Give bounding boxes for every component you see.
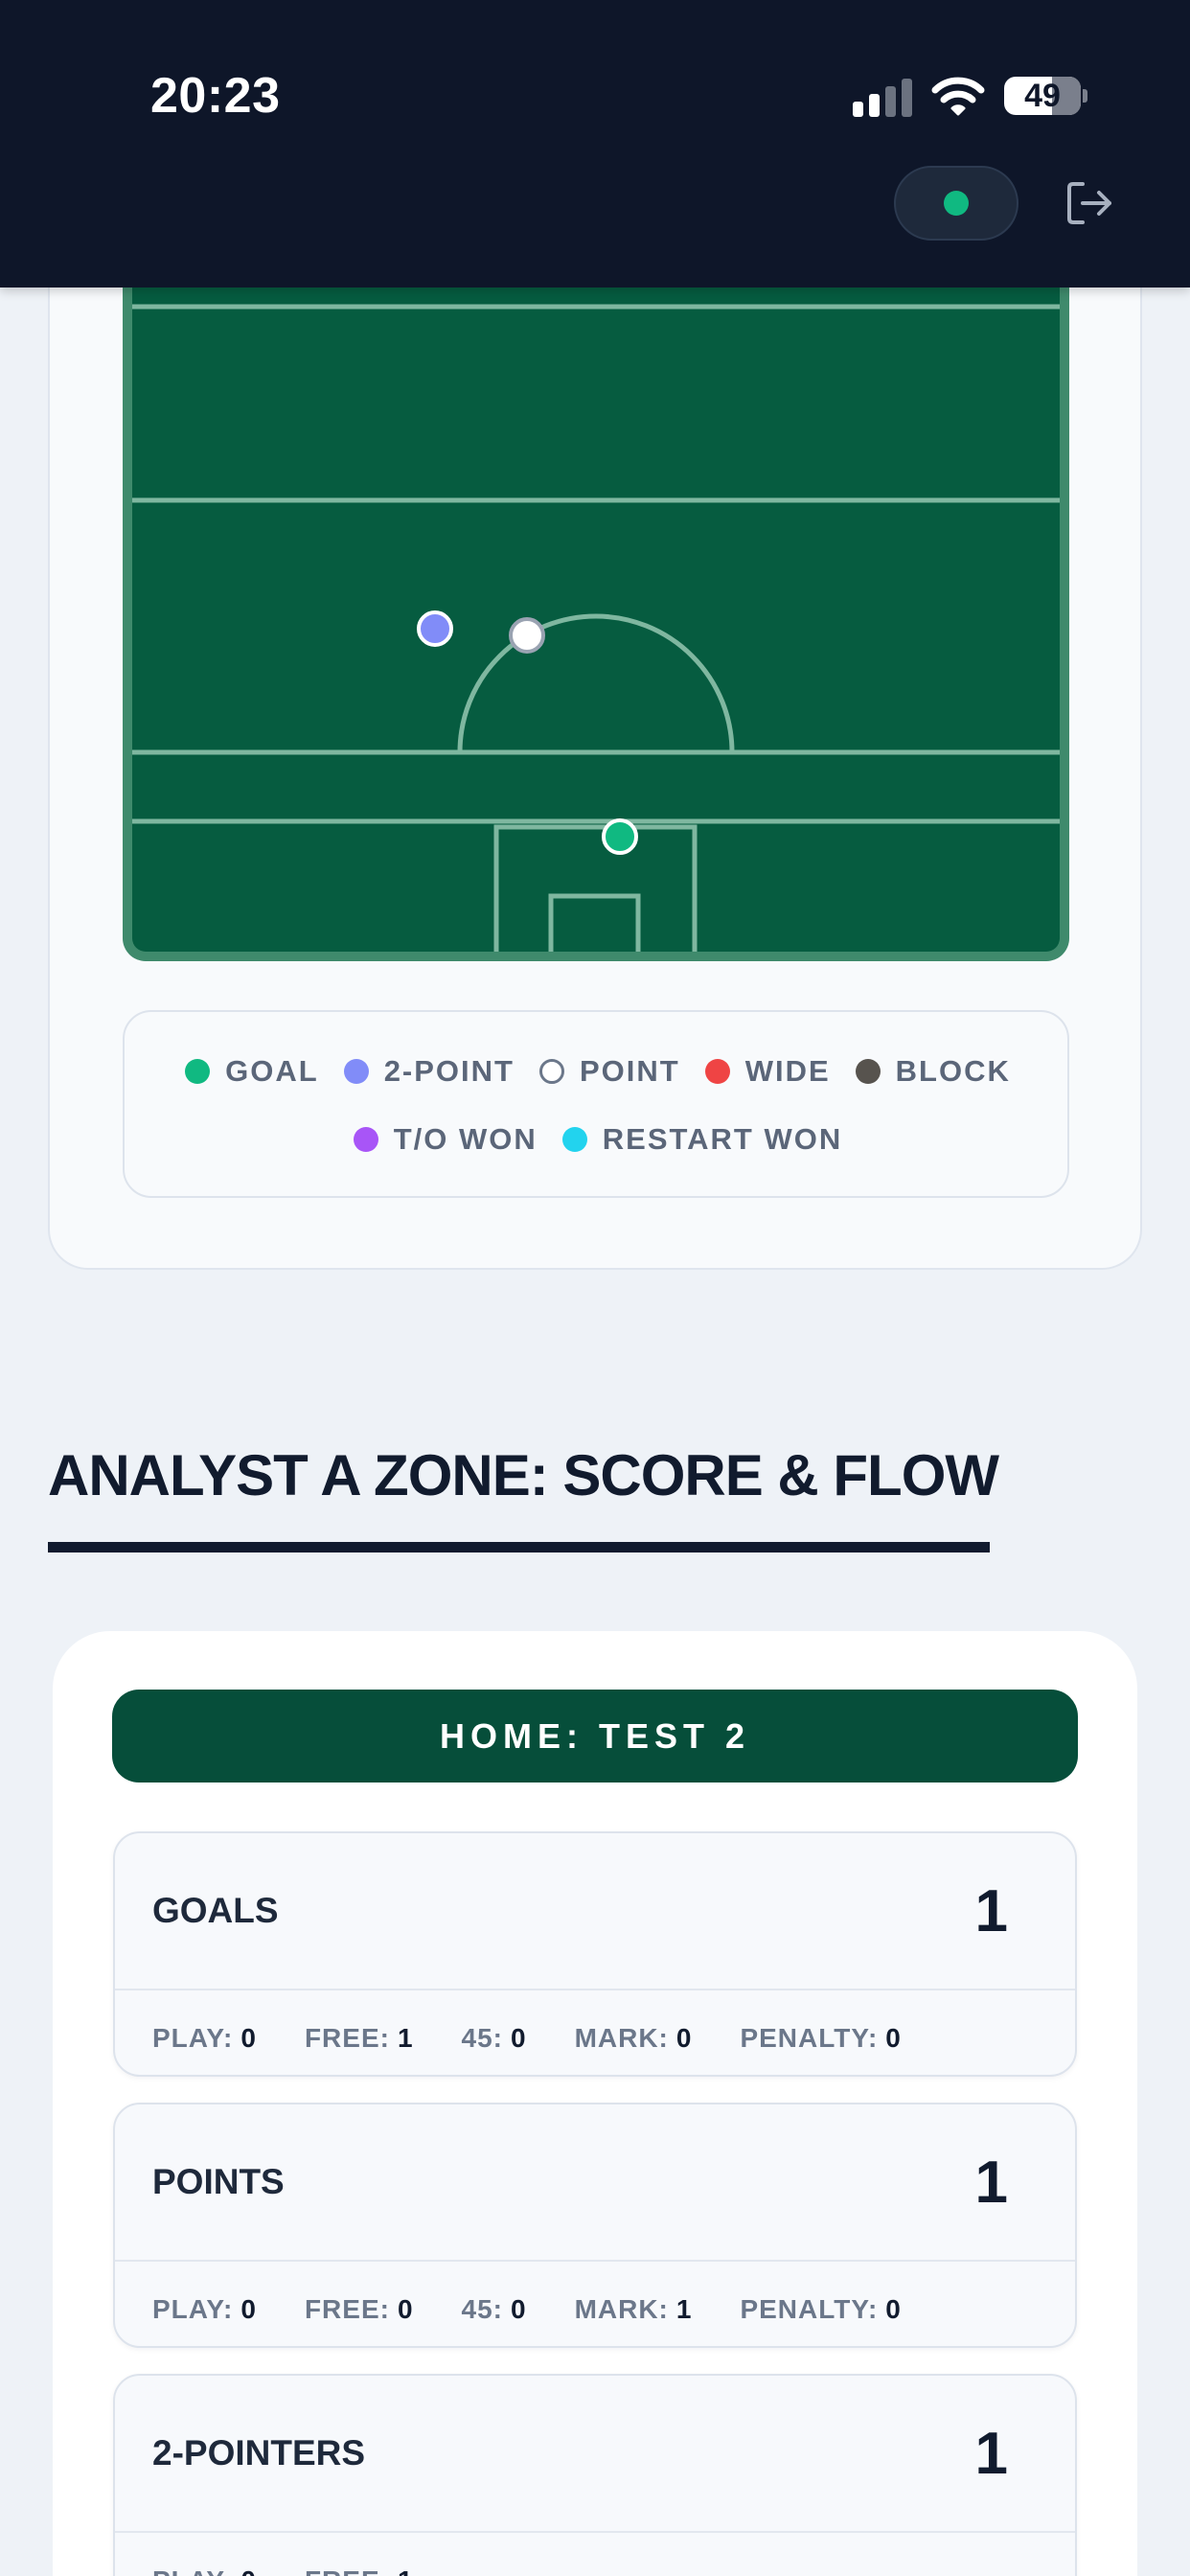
cellular-signal-icon xyxy=(853,77,914,117)
team-banner: HOME: TEST 2 xyxy=(112,1690,1078,1782)
status-time: 20:23 xyxy=(150,68,281,124)
stat-breakdown: PLAY: 0 FREE: 0 45: 0 MARK: 1 PENALTY: 0 xyxy=(152,2294,902,2325)
2-point-dot-icon xyxy=(343,1059,369,1084)
legend-item-turnover-won: T/O WON xyxy=(353,1122,538,1157)
legend-item-block: BLOCK xyxy=(855,1054,1011,1089)
pitch-map[interactable] xyxy=(123,268,1069,961)
breakdown-item: 45: 0 xyxy=(461,2294,527,2324)
stat-total: 1 xyxy=(974,2421,1008,2487)
breakdown-item: FREE:1 xyxy=(305,2565,414,2576)
wifi-icon xyxy=(931,77,985,116)
legend-item-point: POINT xyxy=(538,1054,680,1089)
stat-breakdown: PLAY:0 FREE:1 xyxy=(152,2565,414,2576)
stat-header: POINTS 1 xyxy=(115,2104,1075,2262)
pitch-lines xyxy=(132,304,1060,952)
legend-item-restart-won: RESTART WON xyxy=(561,1122,842,1157)
point-dot-icon xyxy=(538,1059,564,1084)
breakdown-item: MARK: 0 xyxy=(574,2023,693,2053)
stat-total: 1 xyxy=(974,2150,1008,2216)
battery-icon: 49 xyxy=(1004,77,1081,115)
stat-name: POINTS xyxy=(152,2162,285,2201)
breakdown-item: FREE:1 xyxy=(304,2023,414,2053)
stat-box-goals: GOALS 1 PLAY: 0 FREE: 1 45: 0 MARK: 0 PENALT… xyxy=(113,1831,1077,2077)
breakdown-item: FREE: 0 xyxy=(304,2294,414,2324)
breakdown-item: PLAY:0 xyxy=(152,2565,257,2576)
section-title: ANALYST A ZONE: SCORE & FLOW xyxy=(48,1443,999,1507)
stat-header: 2-POINTERS 1 xyxy=(115,2376,1075,2533)
breakdown-item: PENALTY: 0 xyxy=(740,2023,902,2053)
block-dot-icon xyxy=(855,1059,881,1084)
stat-box-points: POINTS 1 PLAY: 0 FREE: 0 45: 0 MARK: 1 PENAL… xyxy=(113,2103,1077,2348)
app-root: 20:23 49 GOAL 2-POINT POINT WIDE BLOCK T… xyxy=(0,0,1190,2576)
restart-won-dot-icon xyxy=(561,1127,587,1152)
breakdown-item: PLAY:0 xyxy=(152,2294,257,2324)
stat-breakdown: PLAY: 0 FREE: 1 45: 0 MARK: 0 PENALTY: 0 xyxy=(152,2023,902,2054)
battery-tip xyxy=(1083,89,1087,103)
stat-total: 1 xyxy=(974,1878,1008,1944)
legend-item-2-point: 2-POINT xyxy=(343,1054,515,1089)
stat-name: GOALS xyxy=(152,1891,279,1930)
stat-header: GOALS 1 xyxy=(115,1833,1075,1990)
connection-status-button[interactable] xyxy=(894,166,1018,241)
breakdown-item: PENALTY: 0 xyxy=(740,2294,902,2324)
turnover-won-dot-icon xyxy=(353,1127,378,1152)
legend-item-wide: WIDE xyxy=(704,1054,831,1089)
marker-point[interactable] xyxy=(509,617,545,654)
shot-legend: GOAL 2-POINT POINT WIDE BLOCK T/O WON RE… xyxy=(123,1010,1069,1198)
logout-icon[interactable] xyxy=(1064,178,1117,228)
app-header: 20:23 49 xyxy=(0,0,1190,288)
goal-dot-icon xyxy=(185,1059,211,1084)
breakdown-item: MARK: 1 xyxy=(574,2294,693,2324)
breakdown-item: PLAY:0 xyxy=(152,2023,257,2053)
marker-goal[interactable] xyxy=(602,818,638,855)
stat-box-2-pointers: 2-POINTERS 1 PLAY:0 FREE:1 xyxy=(113,2374,1077,2576)
battery-level: 49 xyxy=(1024,78,1061,114)
online-status-dot-icon xyxy=(944,191,969,216)
wide-dot-icon xyxy=(704,1059,730,1084)
stat-name: 2-POINTERS xyxy=(152,2433,366,2472)
breakdown-item: 45: 0 xyxy=(461,2023,527,2053)
legend-item-goal: GOAL xyxy=(185,1054,319,1089)
marker-2-point[interactable] xyxy=(417,610,453,647)
section-underline xyxy=(48,1542,990,1552)
